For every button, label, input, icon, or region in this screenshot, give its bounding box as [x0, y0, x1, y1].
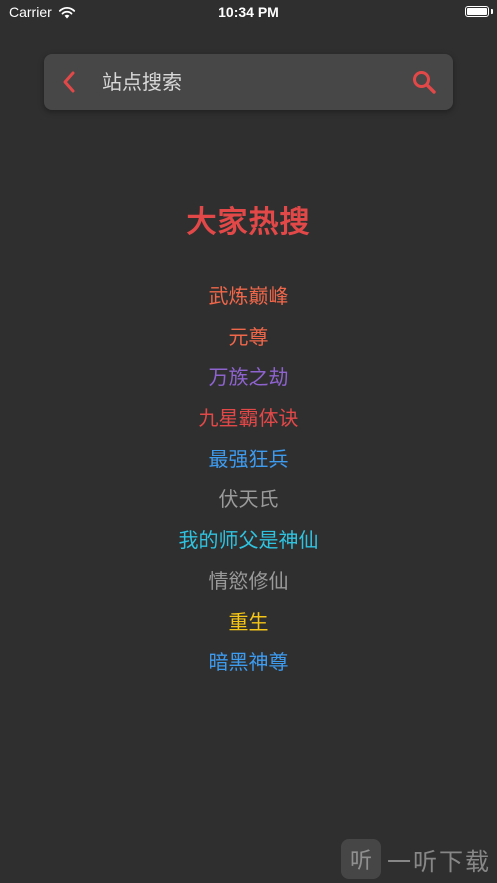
hot-search-item[interactable]: 最强狂兵: [0, 439, 497, 480]
hot-search-item[interactable]: 元尊: [0, 317, 497, 358]
hot-search-title: 大家热搜: [186, 205, 311, 240]
hot-search-item[interactable]: 我的师父是神仙: [0, 520, 497, 561]
battery-icon: [465, 6, 489, 17]
search-bar[interactable]: 站点搜索: [44, 54, 453, 110]
battery-cap: [491, 9, 493, 14]
hot-search-item[interactable]: 暗黑神尊: [0, 642, 497, 683]
hot-search-item[interactable]: 情慾修仙: [0, 561, 497, 602]
chevron-left-icon[interactable]: [56, 68, 84, 96]
watermark: 听 一听下载: [341, 839, 491, 879]
battery-level: [467, 8, 487, 15]
status-time: 10:34 PM: [218, 4, 279, 20]
watermark-logo: 听: [341, 839, 381, 879]
hot-search-item[interactable]: 九星霸体诀: [0, 398, 497, 439]
status-bar: Carrier 10:34 PM: [0, 0, 497, 26]
hot-search-list: 武炼巅峰 元尊 万族之劫 九星霸体诀 最强狂兵 伏天氏 我的师父是神仙 情慾修仙 重生 暗黑神尊: [0, 276, 497, 683]
watermark-text: 一听下载: [387, 847, 491, 876]
hot-search-item[interactable]: 重生: [0, 602, 497, 643]
hot-search-item[interactable]: 万族之劫: [0, 357, 497, 398]
search-icon[interactable]: [411, 69, 437, 95]
hot-search-item[interactable]: 伏天氏: [0, 479, 497, 520]
search-title: 站点搜索: [102, 70, 182, 94]
hot-search-item[interactable]: 武炼巅峰: [0, 276, 497, 317]
